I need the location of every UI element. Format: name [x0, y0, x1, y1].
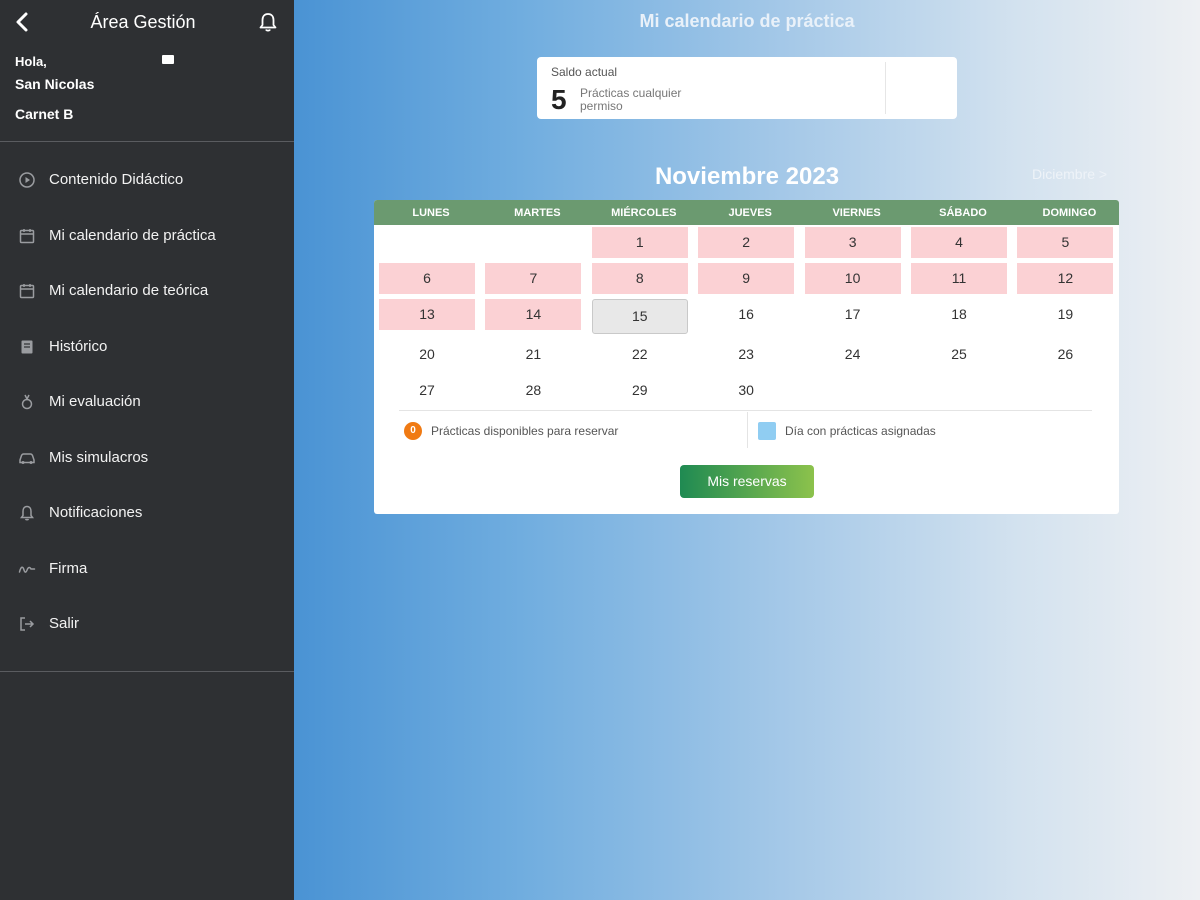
calendar-day[interactable]: 21 — [485, 339, 581, 370]
calendar-day[interactable]: 6 — [379, 263, 475, 294]
page-title: Mi calendario de práctica — [639, 11, 855, 31]
my-reservations-button[interactable]: Mis reservas — [680, 465, 814, 498]
sidebar-title: Área Gestión — [90, 12, 196, 32]
calendar-day[interactable]: 17 — [805, 299, 901, 330]
sidebar-item-evaluacion[interactable]: Mi evaluación — [0, 374, 294, 430]
sidebar-item-label: Histórico — [49, 337, 108, 355]
calendar-day[interactable]: 22 — [592, 339, 688, 370]
legend-assigned-label: Día con prácticas asignadas — [785, 424, 936, 438]
calendar-day[interactable]: 19 — [1017, 299, 1113, 330]
redacted-mark — [162, 55, 174, 64]
sidebar-item-label: Salir — [49, 615, 80, 632]
sidebar-item-contenido-didactico[interactable]: Contenido Didáctico — [0, 152, 294, 208]
calendar-day-today[interactable]: 15 — [591, 299, 688, 334]
weekday-label: DOMINGO — [1042, 207, 1097, 219]
sidebar-item-label: Mis simulacros — [49, 448, 149, 466]
calendar-day[interactable]: 2 — [698, 227, 795, 258]
balance-card: Saldo actual 5 Prácticas cualquier permi… — [537, 57, 957, 119]
medal-icon — [18, 393, 36, 411]
main-content: Mi calendario de práctica Saldo actual 5… — [294, 0, 1200, 900]
sidebar-divider — [0, 671, 294, 672]
legend-assigned-swatch — [758, 422, 776, 440]
sidebar-item-label: Contenido Didáctico — [49, 171, 184, 188]
sidebar-item-label: Mi evaluación — [49, 393, 141, 410]
sidebar-item-label: Mi calendario de teórica — [49, 282, 209, 299]
legend-separator — [747, 412, 748, 448]
sidebar-item-label: Mi calendario de práctica — [49, 226, 216, 244]
notifications-button[interactable] — [257, 11, 279, 33]
calendar-day[interactable]: 4 — [911, 227, 1007, 258]
user-name: San Nicolas — [15, 76, 95, 92]
calendar-day[interactable]: 18 — [911, 299, 1007, 330]
calendar-day[interactable]: 5 — [1017, 227, 1114, 258]
calendar-day[interactable]: 29 — [592, 375, 688, 406]
calendar-day[interactable]: 26 — [1017, 339, 1113, 370]
sidebar-item-salir[interactable]: Salir — [0, 596, 294, 652]
calendar-day[interactable]: 7 — [485, 263, 582, 294]
bell-icon — [259, 13, 277, 32]
weekday-label: LUNES — [412, 207, 450, 219]
calendar-day[interactable]: 23 — [698, 339, 794, 370]
next-month-link[interactable]: Diciembre > — [1032, 166, 1107, 182]
calendar-day[interactable]: 16 — [698, 299, 794, 330]
sidebar-menu: Contenido Didáctico Mi calendario de prá… — [0, 152, 294, 652]
legend-divider — [399, 410, 1092, 411]
weekday-label: JUEVES — [728, 207, 772, 219]
calendar-day[interactable]: 14 — [485, 299, 582, 330]
calendar-icon — [18, 227, 36, 245]
balance-divider — [885, 62, 886, 114]
weekday-label: SÁBADO — [939, 207, 987, 219]
calendar-day[interactable]: 12 — [1017, 263, 1114, 294]
calendar-weekday-header: LUNES MARTES MIÉRCOLES JUEVES VIERNES SÁBADO D… — [374, 200, 1119, 225]
calendar-day[interactable]: 3 — [804, 227, 901, 258]
car-icon — [18, 449, 36, 467]
calendar-day[interactable]: 24 — [805, 339, 901, 370]
weekday-label: MIÉRCOLES — [611, 207, 677, 219]
logout-icon — [18, 615, 36, 633]
calendar-day[interactable]: 25 — [911, 339, 1007, 370]
legend-available-label: Prácticas disponibles para reservar — [431, 424, 619, 438]
calendar-day[interactable]: 27 — [379, 375, 475, 406]
sidebar-item-calendario-practica[interactable]: Mi calendario de práctica — [0, 208, 294, 264]
calendar-day[interactable]: 11 — [911, 263, 1007, 294]
book-icon — [18, 338, 36, 356]
available-count-badge: 0 — [404, 422, 422, 440]
sidebar-item-notificaciones[interactable]: Notificaciones — [0, 485, 294, 541]
calendar-day[interactable]: 20 — [379, 339, 475, 370]
calendar-icon — [18, 282, 36, 300]
balance-description: Prácticas cualquier permiso — [580, 86, 682, 113]
weekday-label: MARTES — [514, 207, 561, 219]
sidebar-item-label: Firma — [49, 559, 88, 577]
calendar-card: LUNES MARTES MIÉRCOLES JUEVES VIERNES SÁBADO D… — [374, 200, 1119, 514]
calendar-day[interactable]: 9 — [698, 263, 795, 294]
sidebar-item-historico[interactable]: Histórico — [0, 319, 294, 375]
sidebar-item-firma[interactable]: Firma — [0, 541, 294, 597]
license-type: Carnet B — [15, 106, 74, 122]
calendar-day[interactable]: 1 — [591, 227, 688, 258]
sidebar-item-calendario-teorica[interactable]: Mi calendario de teórica — [0, 263, 294, 319]
sidebar-header: Área Gestión Hola, San Nicolas Carnet B — [0, 0, 294, 142]
balance-label: Saldo actual — [551, 65, 618, 79]
signature-icon — [18, 560, 36, 578]
calendar-day[interactable]: 28 — [485, 375, 581, 406]
calendar-day[interactable]: 10 — [804, 263, 901, 294]
calendar-day[interactable]: 30 — [698, 375, 794, 406]
sidebar-item-label: Notificaciones — [49, 504, 143, 521]
calendar-day[interactable]: 13 — [379, 299, 475, 330]
balance-value: 5 — [551, 84, 567, 115]
greeting: Hola, — [15, 54, 47, 69]
bell-icon — [18, 504, 36, 522]
sidebar-item-simulacros[interactable]: Mis simulacros — [0, 430, 294, 486]
play-circle-icon — [18, 171, 36, 189]
calendar-day[interactable]: 8 — [591, 263, 688, 294]
weekday-label: VIERNES — [832, 207, 881, 219]
sidebar: Área Gestión Hola, San Nicolas Carnet B … — [0, 0, 294, 900]
